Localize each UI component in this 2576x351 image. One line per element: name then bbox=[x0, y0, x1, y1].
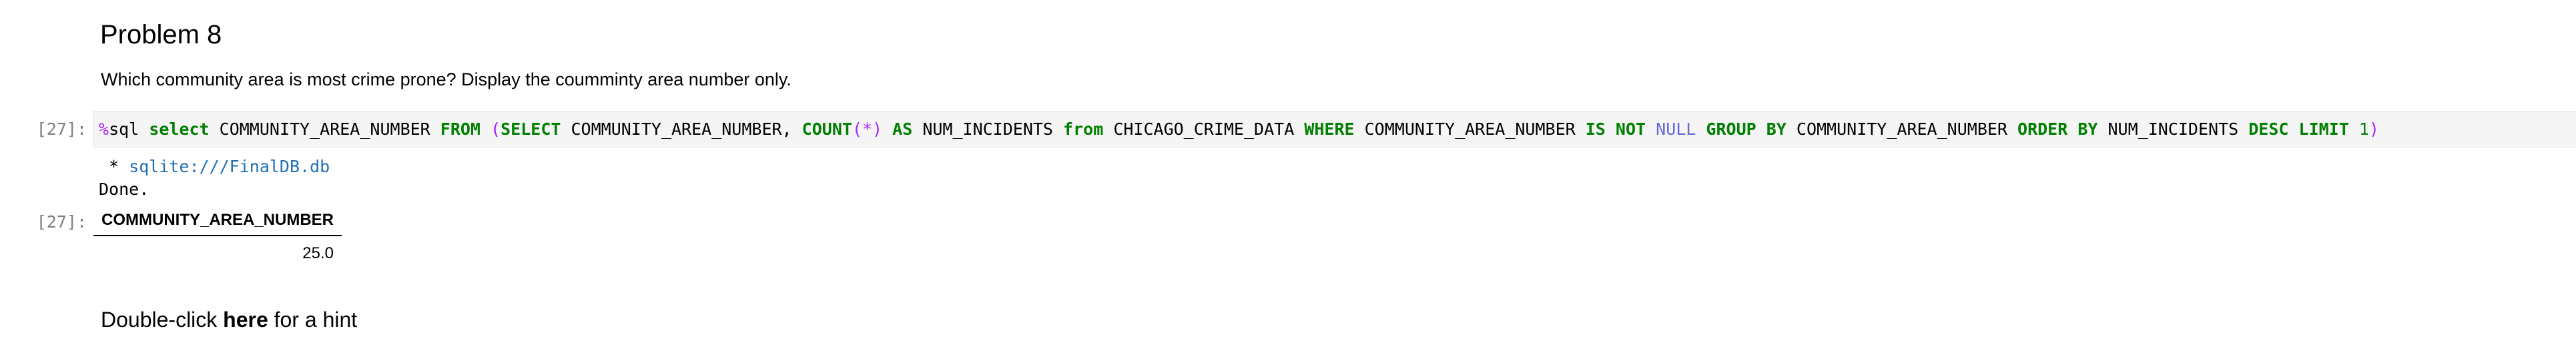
code-token: LIMIT bbox=[2298, 119, 2349, 139]
problem-question: Which community area is most crime prone… bbox=[101, 69, 791, 89]
code-token: WHERE bbox=[1304, 119, 1355, 139]
code-token: select bbox=[149, 119, 210, 139]
code-token: SELECT bbox=[501, 119, 561, 139]
problem-heading: Problem 8 bbox=[100, 20, 222, 49]
code-token: CHICAGO_CRIME_DATA bbox=[1103, 119, 1305, 139]
code-token: GROUP BY bbox=[1706, 119, 1787, 139]
code-token: COMMUNITY_AREA_NUMBER bbox=[1786, 119, 2018, 139]
code-token: from bbox=[1063, 119, 1104, 139]
input-prompt: [27]: bbox=[36, 119, 87, 139]
code-token: ) bbox=[2368, 119, 2379, 139]
code-token: NUM_INCIDENTS bbox=[912, 119, 1064, 139]
code-token: FROM bbox=[440, 119, 480, 139]
code-token: IS bbox=[1585, 119, 1606, 139]
code-token: 1 bbox=[2358, 119, 2369, 139]
code-token: (*) bbox=[852, 119, 883, 139]
code-token: DESC bbox=[2248, 119, 2289, 139]
code-token: ( bbox=[491, 119, 501, 139]
table-row: 25.0 bbox=[93, 236, 342, 267]
code-token: NOT bbox=[1615, 119, 1646, 139]
table-cell: 25.0 bbox=[302, 244, 334, 262]
code-token: COUNT bbox=[801, 119, 852, 139]
code-token: COMMUNITY_AREA_NUMBER bbox=[209, 119, 440, 139]
code-token: COMMUNITY_AREA_NUMBER bbox=[1354, 119, 1586, 139]
code-token: COMMUNITY_AREA_NUMBER, bbox=[561, 119, 802, 139]
output-bullet: * bbox=[99, 157, 129, 176]
column-header: COMMUNITY_AREA_NUMBER bbox=[93, 207, 342, 236]
hint-cell[interactable]: Double-click here for a hint bbox=[101, 306, 357, 334]
output-done: Done. bbox=[99, 180, 149, 199]
code-token: AS bbox=[892, 119, 913, 139]
output-db-line: * sqlite:///FinalDB.db bbox=[99, 156, 330, 178]
sql-code-cell[interactable]: %sql select COMMUNITY_AREA_NUMBER FROM (… bbox=[93, 111, 2576, 147]
hint-link[interactable]: here bbox=[223, 308, 268, 332]
code-token: NULL bbox=[1656, 119, 1696, 139]
output-prompt: [27]: bbox=[36, 212, 87, 232]
result-table: COMMUNITY_AREA_NUMBER 25.0 bbox=[93, 207, 342, 267]
code-token: ORDER BY bbox=[2017, 119, 2098, 139]
code-token: % bbox=[99, 119, 109, 139]
code-token: sql bbox=[109, 119, 149, 139]
code-token: NUM_INCIDENTS bbox=[2098, 119, 2249, 139]
table-header-row: COMMUNITY_AREA_NUMBER bbox=[93, 207, 342, 236]
hint-prefix: Double-click bbox=[101, 308, 224, 332]
hint-suffix: for a hint bbox=[268, 308, 358, 332]
output-db-url: sqlite:///FinalDB.db bbox=[129, 157, 330, 176]
